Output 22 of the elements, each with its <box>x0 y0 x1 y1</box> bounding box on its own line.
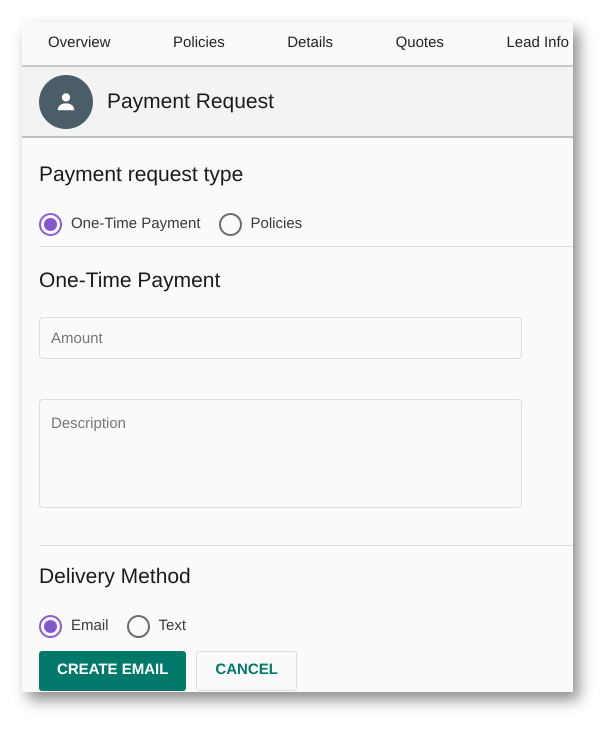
create-email-button[interactable]: CREATE EMAIL <box>39 650 186 690</box>
header-title: Payment Request <box>107 88 274 115</box>
radio-option[interactable]: Policies <box>218 212 302 236</box>
radio-option[interactable]: Text <box>126 614 186 638</box>
tab[interactable]: Details <box>287 32 334 55</box>
tab[interactable]: Lead Info <box>506 32 569 55</box>
radio-option[interactable]: One-Time Payment <box>39 212 200 236</box>
radio-button[interactable] <box>218 212 242 236</box>
radio-option[interactable]: Email <box>39 614 109 638</box>
tab[interactable]: Quotes <box>396 32 444 55</box>
amount-field[interactable]: Amount <box>39 317 522 359</box>
section-title: Payment request type <box>39 162 244 188</box>
description-field[interactable]: Description <box>39 399 522 508</box>
radio-button[interactable] <box>126 614 150 638</box>
radio-button[interactable] <box>39 212 62 236</box>
tab[interactable]: Policies <box>173 32 225 55</box>
section-title: One-Time Payment <box>39 268 222 294</box>
section-title: Delivery Method <box>39 564 192 590</box>
cancel-button[interactable]: CANCEL <box>196 650 297 690</box>
radio-button[interactable] <box>39 614 62 638</box>
tab[interactable]: Overview <box>48 32 111 55</box>
avatar-icon <box>39 74 93 128</box>
